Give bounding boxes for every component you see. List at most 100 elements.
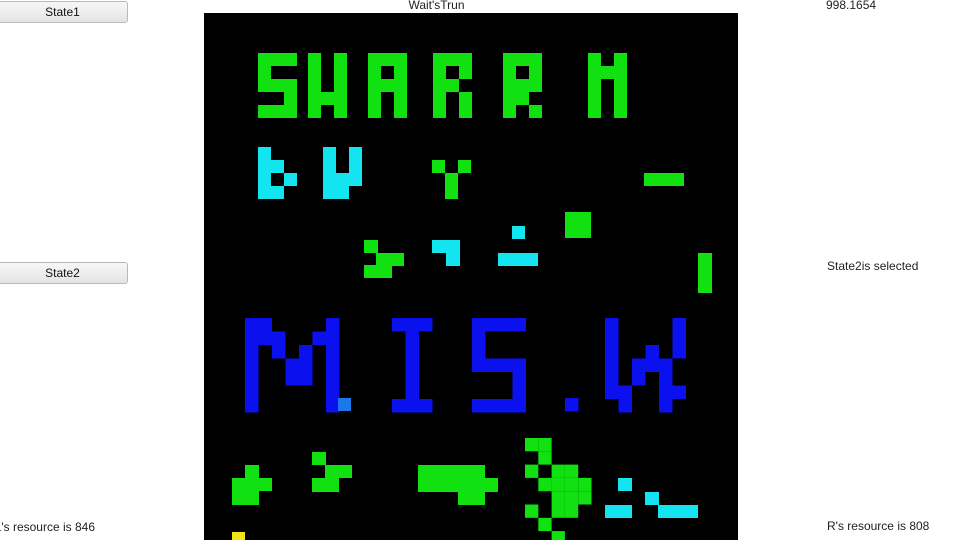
green-unit-cell xyxy=(564,504,579,518)
green-unit-cell xyxy=(245,465,259,478)
blue-glyph-cell xyxy=(632,358,646,372)
green-glyph-cell xyxy=(271,105,284,118)
green-glyph-cell xyxy=(446,53,459,66)
green-glyph-cell xyxy=(588,105,601,118)
blue-glyph-cell xyxy=(605,372,619,386)
blue-glyph-cell xyxy=(285,372,299,386)
green-unit-cell xyxy=(458,160,471,173)
green-glyph-cell xyxy=(529,66,542,79)
green-glyph-cell xyxy=(516,53,529,66)
blue-glyph-cell xyxy=(659,385,673,399)
green-unit-cell xyxy=(578,491,592,505)
green-glyph-cell xyxy=(258,105,271,118)
blue-glyph-cell xyxy=(405,372,419,386)
blue-glyph-cell xyxy=(512,399,526,413)
blue-glyph-cell xyxy=(405,345,419,359)
right-resource-label: R's resource is 808 xyxy=(827,519,930,533)
green-unit-cell xyxy=(458,465,485,478)
green-glyph-cell xyxy=(308,105,321,118)
green-glyph-cell xyxy=(614,66,627,79)
cyan-glyph-cell xyxy=(323,173,336,186)
green-glyph-cell xyxy=(588,66,601,79)
blue-glyph-cell xyxy=(326,399,340,413)
green-glyph-cell xyxy=(459,66,472,79)
green-unit-cell xyxy=(538,477,552,492)
green-glyph-cell xyxy=(446,79,459,92)
green-glyph-cell xyxy=(433,105,446,118)
blue-glyph-cell xyxy=(659,399,673,413)
blue-glyph-cell xyxy=(499,318,513,332)
blue-glyph-cell xyxy=(299,358,313,372)
green-glyph-cell xyxy=(308,66,321,79)
blue-glyph-cell xyxy=(645,358,659,372)
blue-glyph-cell xyxy=(618,399,632,413)
green-glyph-cell xyxy=(258,53,271,66)
blue-glyph-cell xyxy=(672,331,686,345)
turn-indicator: Wait'sTrun xyxy=(408,0,465,12)
green-glyph-cell xyxy=(334,79,347,92)
green-unit-cell xyxy=(564,477,579,492)
green-glyph-cell xyxy=(308,92,321,105)
green-unit-cell xyxy=(445,186,458,199)
blue-glyph-cell xyxy=(245,399,259,413)
cyan-glyph-cell xyxy=(349,173,362,186)
board-canvas[interactable] xyxy=(204,13,738,540)
cyan-glyph-cell xyxy=(271,186,284,199)
green-glyph-cell xyxy=(381,53,394,66)
blue-glyph-cell xyxy=(672,345,686,359)
blue-glyph-cell xyxy=(245,385,259,399)
blue-glyph-cell xyxy=(272,345,286,359)
green-glyph-cell xyxy=(503,53,516,66)
blue-glyph-cell xyxy=(392,318,406,332)
state2-button[interactable]: State2 xyxy=(0,262,128,284)
cyan-unit-cell xyxy=(658,505,698,518)
blue-glyph-cell xyxy=(405,318,419,332)
blue-glyph-cell xyxy=(272,331,286,345)
green-glyph-cell xyxy=(334,53,347,66)
blue-glyph-cell xyxy=(659,358,673,372)
blue-glyph-cell xyxy=(405,358,419,372)
green-glyph-cell xyxy=(334,105,347,118)
green-unit-cell xyxy=(698,253,712,293)
blue-glyph-cell xyxy=(485,399,499,413)
blue-glyph-cell xyxy=(512,385,526,399)
green-glyph-cell xyxy=(284,105,297,118)
green-unit-cell xyxy=(232,478,272,491)
timer-readout: 998.1654 xyxy=(826,0,877,12)
green-unit-cell xyxy=(564,491,579,505)
blue-glyph-cell xyxy=(672,385,686,399)
green-glyph-cell xyxy=(614,92,627,105)
green-unit-cell xyxy=(551,477,565,492)
blue-glyph-cell xyxy=(472,331,486,345)
game-board[interactable] xyxy=(204,13,738,540)
blue-glyph-cell xyxy=(472,358,486,372)
blue-glyph-cell xyxy=(672,318,686,332)
blue-glyph-cell xyxy=(605,318,619,332)
blue-glyph-cell xyxy=(618,385,632,399)
green-glyph-cell xyxy=(271,53,284,66)
green-glyph-cell xyxy=(516,92,529,105)
green-unit-cell xyxy=(551,531,565,540)
cyan-glyph-cell xyxy=(258,160,271,173)
blue-glyph-cell xyxy=(605,358,619,372)
green-glyph-cell xyxy=(503,105,516,118)
green-glyph-cell xyxy=(368,79,381,92)
blue-glyph-cell xyxy=(645,345,659,359)
blue-glyph-cell xyxy=(472,399,486,413)
green-glyph-cell xyxy=(368,92,381,105)
green-glyph-cell xyxy=(433,53,446,66)
cyan-glyph-cell xyxy=(258,186,271,199)
green-glyph-cell xyxy=(394,105,407,118)
blue-glyph-cell xyxy=(405,399,419,413)
blue-glyph-cell xyxy=(419,318,433,332)
blue-glyph-cell xyxy=(605,331,619,345)
green-glyph-cell xyxy=(459,92,472,105)
green-glyph-cell xyxy=(368,66,381,79)
green-glyph-cell xyxy=(321,92,334,105)
cyan-unit-cell xyxy=(618,478,632,491)
cyan-glyph-cell xyxy=(323,186,336,199)
green-glyph-cell xyxy=(284,79,297,92)
green-glyph-cell xyxy=(368,105,381,118)
green-glyph-cell xyxy=(334,92,347,105)
green-glyph-cell xyxy=(503,79,516,92)
